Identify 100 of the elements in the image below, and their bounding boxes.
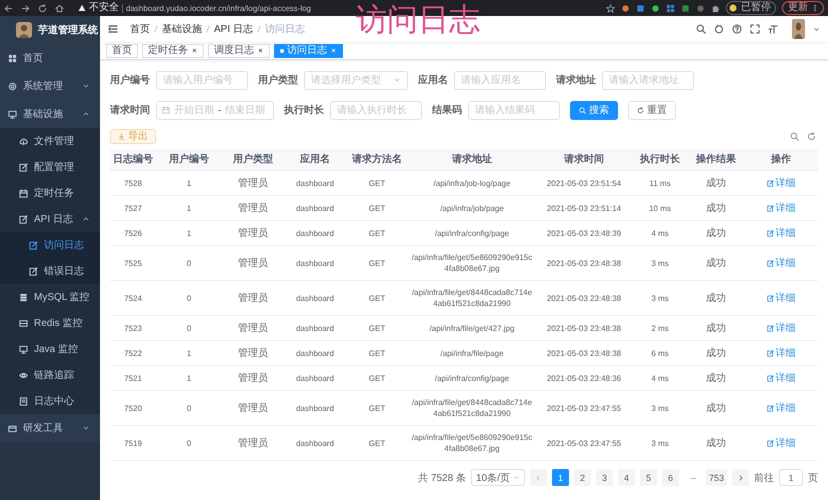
page-size-select[interactable]: 10条/页: [470, 469, 525, 486]
menu-item[interactable]: 日志中心: [0, 388, 100, 414]
edit-icon: [766, 440, 774, 446]
page-button[interactable]: 753: [706, 469, 727, 486]
profile-avatar-icon: [728, 3, 738, 13]
menu-item[interactable]: 配置管理: [0, 154, 100, 180]
table-cell-text: dashboard: [295, 348, 335, 360]
menu-item[interactable]: Redis 监控: [0, 310, 100, 336]
page-button[interactable]: 6: [662, 469, 679, 486]
calendar-icon: [162, 106, 170, 114]
input-field[interactable]: 请输入请求地址: [602, 70, 694, 90]
circle-icon: [714, 24, 724, 34]
table-cell-text: 2021-05-03 23:48:38: [546, 322, 622, 334]
table-cell-text: GET: [368, 178, 386, 190]
table-cell-text: GET: [368, 402, 386, 414]
table-cell-text: 成功: [705, 226, 727, 240]
table-cell-text: 成功: [705, 436, 727, 450]
table-cell-text: 7528: [123, 178, 143, 190]
edit-icon: [29, 266, 38, 276]
table-cell-text: 10 ms: [648, 202, 672, 214]
menu-item[interactable]: 定时任务: [0, 180, 100, 206]
input-field[interactable]: 请输入执行时长: [330, 100, 422, 120]
edit-icon: [766, 324, 774, 332]
reset-button[interactable]: 重置: [628, 100, 676, 120]
date-range-field[interactable]: 开始日期 - 结束日期: [156, 100, 274, 120]
table-cell-text: 成功: [705, 256, 727, 270]
back-icon: [4, 4, 13, 12]
tab[interactable]: 定时任务: [142, 44, 204, 58]
download-icon: [118, 132, 125, 140]
field-label: 结果码: [432, 104, 462, 117]
menu-item[interactable]: 文件管理: [0, 128, 100, 154]
table-cell-text: 0: [186, 292, 192, 304]
table-cell-text: GET: [368, 258, 386, 270]
dashboard-icon: [8, 54, 17, 62]
logo-icon: [16, 22, 32, 38]
input-field[interactable]: 请输入用户编号: [156, 70, 248, 90]
menu-item[interactable]: API 日志: [0, 206, 100, 232]
puzzle-icon: [711, 4, 720, 12]
breadcrumb-link[interactable]: 首页: [130, 22, 150, 36]
range-separator: -: [218, 105, 221, 115]
previous-page-button[interactable]: [530, 469, 547, 486]
chevron-icon: [82, 110, 90, 118]
table-cell-text: 管理员: [237, 402, 269, 416]
column-header: 请求地址: [450, 152, 493, 167]
breadcrumb-separator: [153, 24, 159, 34]
table-cell-text: 4 ms: [650, 228, 670, 240]
input-field[interactable]: 请输入应用名: [454, 70, 546, 90]
edit-icon: [766, 230, 774, 236]
table-cell-text: 2021-05-03 23:48:38: [546, 292, 622, 304]
table-cell-text: dashboard: [295, 372, 335, 384]
menu-item[interactable]: MySQL 监控: [0, 284, 100, 310]
tab[interactable]: 首页: [106, 44, 138, 58]
table-cell-text: dashboard: [295, 258, 335, 270]
page-input[interactable]: 1: [779, 469, 803, 486]
edit-icon: [29, 240, 38, 250]
breadcrumb-link[interactable]: API 日志: [214, 22, 253, 36]
tab[interactable]: 调度日志: [208, 44, 270, 58]
table-cell-text: GET: [368, 228, 386, 240]
table-cell-text: 成功: [705, 322, 727, 336]
page-button[interactable]: 4: [618, 469, 635, 486]
chevron-left-icon: [534, 474, 542, 482]
refresh-icon: [807, 132, 816, 140]
update-button[interactable]: 更新: [782, 1, 824, 15]
page-button[interactable]: 3: [596, 469, 613, 486]
table-cell-text: 管理员: [237, 436, 269, 450]
page-button[interactable]: 2: [574, 469, 591, 486]
breadcrumb-link[interactable]: 基础设施: [162, 22, 202, 36]
start-date-input[interactable]: 开始日期: [173, 104, 215, 116]
field-label: 用户编号: [110, 73, 150, 87]
input-field[interactable]: 请输入结果码: [468, 100, 560, 120]
address-bar-url[interactable]: dashboard.yudao.iocoder.cn/infra/log/api-access-log: [126, 4, 312, 12]
profile-button[interactable]: 已暂停: [726, 1, 776, 15]
edit-icon: [19, 214, 28, 224]
star-icon: [606, 4, 615, 12]
table-cell-text: GET: [368, 322, 386, 334]
table-cell-text: 3 ms: [650, 258, 670, 270]
table-cell-text: 3 ms: [650, 292, 670, 304]
table-cell-text: dashboard: [295, 402, 335, 414]
table-cell-text: 成功: [705, 176, 727, 190]
table-cell-text: dashboard: [295, 438, 335, 450]
menu-item[interactable]: 访问日志: [0, 232, 100, 258]
total-count: 共 7528 条: [418, 472, 466, 484]
table-cell-text: /api/infra/file/get/5e8609290e915c4fa8b08e67.jpg: [410, 432, 534, 455]
menu-item[interactable]: 链路追踪: [0, 362, 100, 388]
column-header: 请求时间: [562, 152, 605, 167]
table-cell-text: GET: [368, 372, 386, 384]
table-cell-text: dashboard: [295, 202, 335, 214]
search-icon: [696, 24, 706, 34]
menu-item[interactable]: Java 监控: [0, 336, 100, 362]
end-date-input[interactable]: 结束日期: [224, 104, 266, 116]
table-cell-text: 2021-05-03 23:47:55: [546, 402, 622, 414]
page-button[interactable]: 5: [640, 469, 657, 486]
table-cell-text: 2021-05-03 23:51:54: [546, 178, 622, 190]
menu-icon: [108, 24, 118, 34]
table-cell-text: 1: [186, 348, 192, 360]
page-unit-label: 页: [808, 472, 818, 484]
next-page-button[interactable]: [732, 469, 749, 486]
menu-item[interactable]: 错误日志: [0, 258, 100, 284]
table-cell-text: 0: [186, 258, 192, 270]
more-pages-button[interactable]: ···: [684, 469, 701, 486]
